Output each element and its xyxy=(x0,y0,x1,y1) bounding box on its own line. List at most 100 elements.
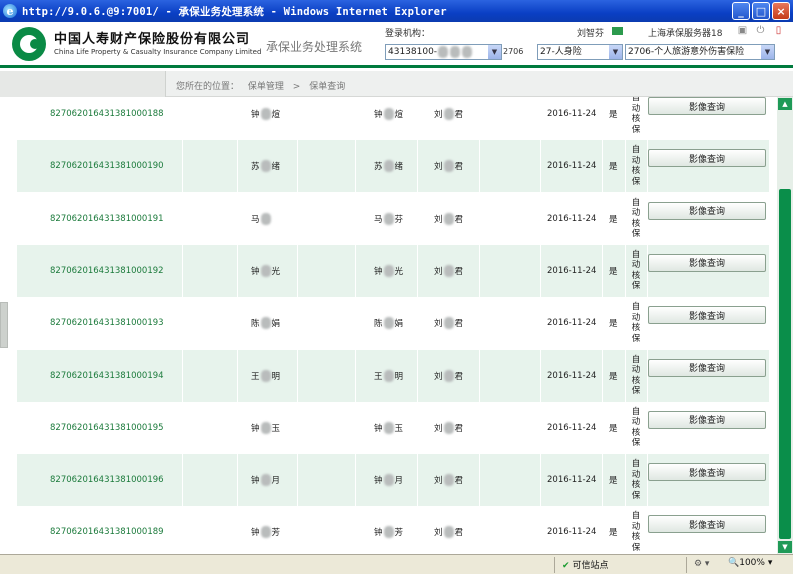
underwriting-type-char: 保 xyxy=(631,333,641,344)
protected-mode-icon[interactable]: ⚙ ▾ xyxy=(694,559,709,569)
category-select[interactable]: 27-人身险 ▼ xyxy=(537,44,623,60)
image-query-button[interactable]: 影像查询 xyxy=(648,97,766,115)
underwriting-type-char: 自 xyxy=(631,511,641,522)
close-button[interactable]: × xyxy=(772,2,790,20)
image-query-button[interactable]: 影像查询 xyxy=(648,306,766,325)
lock-icon[interactable]: ▣ xyxy=(737,25,748,36)
policy-number-link[interactable]: 827062016431381000192 xyxy=(50,245,164,297)
operator-name: 刘君 xyxy=(434,97,463,140)
scroll-up-arrow-icon[interactable]: ▲ xyxy=(778,98,792,110)
issue-date: 2016-11-24 xyxy=(547,422,597,433)
operator-name: 刘君 xyxy=(434,350,463,402)
column-divider xyxy=(237,244,238,297)
column-divider xyxy=(625,401,626,454)
underwriting-type-char: 动 xyxy=(631,417,641,428)
image-query-button[interactable]: 影像查询 xyxy=(648,253,766,272)
image-query-button[interactable]: 影像查询 xyxy=(648,149,766,168)
column-divider xyxy=(417,244,418,297)
policy-number-link[interactable]: 827062016431381000195 xyxy=(50,402,164,454)
redacted-mark xyxy=(443,369,454,382)
table-row: 827062016431381000190 苏绪苏绪刘君 2016-11-24 是自动… xyxy=(17,140,769,193)
column-divider xyxy=(625,454,626,507)
policy-number-link[interactable]: 827062016431381000191 xyxy=(50,193,164,245)
breadcrumb-item-policy-management[interactable]: 保单管理 xyxy=(248,82,284,92)
column-divider xyxy=(355,297,356,350)
table-row: 827062016431381000194 王明王明刘君 2016-11-24 是自动… xyxy=(17,349,769,402)
applicant-name-part: 芳 xyxy=(271,528,281,539)
applicant-name-part: 钟 xyxy=(251,110,260,120)
operator-name-part: 刘 xyxy=(434,476,443,487)
column-divider xyxy=(479,192,480,245)
table-row: 827062016431381000189 钟芳钟芳刘君 2016-11-24 是自动… xyxy=(17,506,769,554)
underwriting-type-char: 自 xyxy=(631,354,641,365)
image-query-button[interactable]: 影像查询 xyxy=(648,410,766,429)
column-divider xyxy=(417,140,418,193)
issue-date: 2016-11-24 xyxy=(547,109,597,119)
underwriting-type-char: 自 xyxy=(631,197,641,208)
image-query-button[interactable]: 影像查询 xyxy=(648,358,766,377)
vertical-scrollbar[interactable]: ▲ ▼ xyxy=(777,97,793,554)
image-query-button[interactable]: 影像查询 xyxy=(648,201,766,220)
operator-name: 刘君 xyxy=(434,297,463,349)
image-query-button[interactable]: 影像查询 xyxy=(648,515,766,534)
breadcrumb-label: 您所在的位置： xyxy=(176,82,240,92)
column-divider xyxy=(479,140,480,193)
policy-number-link[interactable]: 827062016431381000190 xyxy=(50,140,164,192)
operator-name: 刘君 xyxy=(434,140,463,192)
login-org-label: 登录机构： xyxy=(385,29,431,39)
login-org-dropdown[interactable]: ▼ xyxy=(488,44,502,60)
minimize-button[interactable]: _ xyxy=(732,2,750,20)
operator-name: 刘君 xyxy=(434,506,463,554)
applicant-name: 钟月 xyxy=(251,454,280,506)
panel-splitter-handle[interactable] xyxy=(0,302,8,348)
column-divider xyxy=(297,244,298,297)
underwriting-type-char: 保 xyxy=(631,281,641,292)
scroll-down-arrow-icon[interactable]: ▼ xyxy=(778,541,792,553)
underwriting-type-char: 保 xyxy=(631,229,641,240)
scrollbar-thumb[interactable] xyxy=(779,189,791,539)
underwriting-type-char: 动 xyxy=(631,155,641,166)
column-divider xyxy=(602,97,603,140)
redacted-mark xyxy=(383,421,394,434)
applicant-name: 王明 xyxy=(251,350,280,402)
insured-name-part: 明 xyxy=(394,371,404,382)
policy-number-link[interactable]: 827062016431381000194 xyxy=(50,350,164,402)
zoom-level[interactable]: 🔍100% ▾ xyxy=(728,558,772,568)
power-icon[interactable]: ⏻ xyxy=(755,25,766,36)
table-row: 827062016431381000195 钟玉钟玉刘君 2016-11-24 是自动… xyxy=(17,401,769,454)
operator-name: 刘君 xyxy=(434,193,463,245)
applicant-name: 钟煊 xyxy=(251,97,280,140)
product-select[interactable]: 2706-个人旅游意外伤害保险 ▼ xyxy=(625,44,775,60)
operator-name-part: 君 xyxy=(454,319,464,330)
redacted-mark xyxy=(462,45,473,58)
policy-number-link[interactable]: 827062016431381000196 xyxy=(50,454,164,506)
column-divider xyxy=(602,244,603,297)
column-divider xyxy=(355,97,356,140)
operator-name: 刘君 xyxy=(434,245,463,297)
login-org-select[interactable]: 43138100- xyxy=(385,44,501,60)
column-divider xyxy=(602,401,603,454)
applicant-name-part: 王 xyxy=(251,371,260,382)
insured-name-part: 光 xyxy=(394,266,404,277)
redacted-mark xyxy=(383,212,394,225)
policy-number-link[interactable]: 827062016431381000188 xyxy=(50,97,164,140)
policy-number-link[interactable]: 827062016431381000193 xyxy=(50,297,164,349)
login-org-suffix: 2706 xyxy=(503,47,524,56)
exit-icon[interactable]: ▯ xyxy=(773,25,784,36)
column-divider xyxy=(355,401,356,454)
image-query-button[interactable]: 影像查询 xyxy=(648,463,766,482)
policy-number-link[interactable]: 827062016431381000189 xyxy=(50,506,164,554)
status-flag: 是 xyxy=(609,423,618,434)
underwriting-type: 自动核保 xyxy=(630,297,642,349)
redacted-mark xyxy=(443,421,454,434)
column-divider xyxy=(237,140,238,193)
zoom-level-value: 100% xyxy=(739,558,765,568)
column-divider xyxy=(297,349,298,402)
column-divider xyxy=(297,297,298,350)
underwriting-type-char: 核 xyxy=(631,270,641,281)
applicant-name-part: 玉 xyxy=(271,423,281,434)
operator-name-part: 刘 xyxy=(434,110,443,120)
insured-name-part: 娟 xyxy=(394,319,404,330)
maximize-button[interactable]: □ xyxy=(752,2,770,20)
operator-name-part: 君 xyxy=(454,528,464,539)
